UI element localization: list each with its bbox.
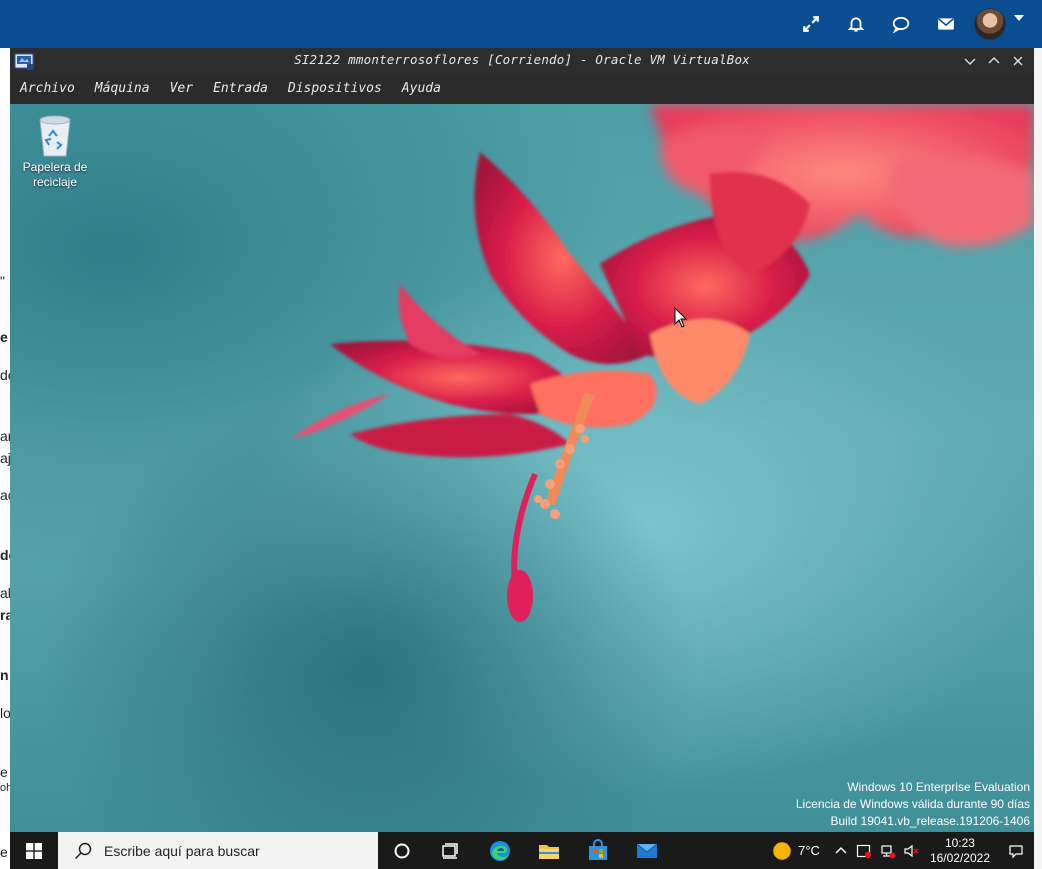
menu-ayuda[interactable]: Ayuda (392, 74, 451, 104)
host-text-fragment: e (0, 764, 8, 780)
host-scroll-edge (1034, 48, 1042, 869)
search-icon (74, 842, 92, 859)
avatar[interactable] (974, 8, 1006, 40)
mail-app-button[interactable] (623, 832, 671, 869)
system-tray: 7°C 10:23 16/02/2022 (772, 832, 1034, 869)
task-view-icon (442, 842, 458, 859)
cortana-circle-icon (394, 843, 410, 858)
menu-dispositivos[interactable]: Dispositivos (278, 74, 392, 104)
store-button[interactable] (574, 832, 622, 869)
weather-temperature: 7°C (798, 843, 820, 858)
menu-maquina[interactable]: Máquina (85, 74, 160, 104)
task-view-button[interactable] (426, 832, 474, 869)
chevron-down-icon[interactable] (1014, 15, 1024, 21)
bell-icon[interactable] (833, 0, 878, 48)
network-icon (881, 844, 896, 858)
chevron-down-icon (964, 58, 976, 65)
store-icon (589, 838, 607, 860)
notification-icon (1009, 844, 1023, 858)
taskbar-clock[interactable]: 10:23 16/02/2022 (922, 836, 998, 866)
sun-icon (773, 841, 791, 860)
expand-icon[interactable] (788, 0, 833, 48)
chevron-up-icon (988, 57, 1000, 64)
close-button[interactable] (1006, 48, 1030, 74)
host-text-fragment: e (0, 844, 8, 860)
window-controls (958, 48, 1030, 74)
recycle-bin-icon (39, 115, 71, 157)
virtualbox-window: SI2122 mmonterrosoflores [Corriendo] - O… (10, 48, 1034, 869)
windows-taskbar: 7°C 10:23 16/02/20 (10, 832, 1034, 869)
windows-logo-icon (26, 842, 42, 859)
menu-archivo[interactable]: Archivo (10, 74, 85, 104)
file-explorer-button[interactable] (525, 832, 573, 869)
edge-button[interactable] (476, 832, 524, 869)
host-text-fragment: e (0, 329, 8, 345)
menu-ver[interactable]: Ver (160, 74, 203, 104)
windows-eval-watermark: Windows 10 Enterprise Evaluation Licenci… (796, 779, 1030, 830)
file-explorer-icon (539, 844, 559, 859)
clock-time: 10:23 (944, 835, 975, 850)
host-text-fragment: n (0, 667, 9, 683)
security-tray-button[interactable] (852, 832, 876, 869)
guest-desktop[interactable]: Papelera de reciclaje Windows 10 Enterpr… (10, 104, 1034, 832)
search-input[interactable] (102, 841, 356, 860)
start-button[interactable] (10, 832, 58, 869)
chat-bubble-icon[interactable] (878, 0, 923, 48)
maximize-button[interactable] (982, 48, 1006, 74)
host-toolbar-icons (788, 0, 1042, 48)
host-text-fragment: " (0, 273, 5, 289)
cortana-button[interactable] (378, 832, 426, 869)
mouse-cursor-icon (674, 307, 688, 328)
edge-icon (490, 840, 510, 861)
action-center-button[interactable] (998, 832, 1034, 869)
minimize-button[interactable] (958, 48, 982, 74)
watermark-license: Licencia de Windows válida durante 90 dí… (795, 797, 1030, 811)
recycle-bin-label: Papelera de reciclaje (22, 160, 88, 189)
defender-alert-icon (856, 844, 872, 858)
weather-widget[interactable]: 7°C (772, 832, 830, 869)
close-icon (1013, 56, 1023, 66)
host-topbar (0, 0, 1042, 48)
taskbar-search[interactable] (58, 832, 378, 869)
watermark-build: Build 19041.vb_release.191206-1406 (830, 814, 1031, 828)
network-tray-button[interactable] (876, 832, 900, 869)
menu-entrada[interactable]: Entrada (203, 74, 278, 104)
clock-date: 16/02/2022 (929, 850, 990, 865)
virtualbox-menubar: Archivo Máquina Ver Entrada Dispositivos… (10, 74, 1034, 104)
chevron-up-icon (835, 846, 847, 853)
volume-tray-button[interactable] (900, 832, 922, 869)
wallpaper-flower-image (290, 104, 1034, 622)
watermark-edition: Windows 10 Enterprise Evaluation (847, 780, 1030, 794)
mail-icon[interactable] (923, 0, 968, 48)
window-title: SI2122 mmonterrosoflores [Corriendo] - O… (294, 52, 750, 67)
virtualbox-titlebar[interactable]: SI2122 mmonterrosoflores [Corriendo] - O… (10, 48, 1034, 74)
volume-muted-icon (904, 844, 919, 857)
recycle-bin-shortcut[interactable]: Papelera de reciclaje (20, 112, 90, 190)
show-hidden-icons-button[interactable] (830, 832, 852, 869)
mail-icon (636, 843, 658, 858)
